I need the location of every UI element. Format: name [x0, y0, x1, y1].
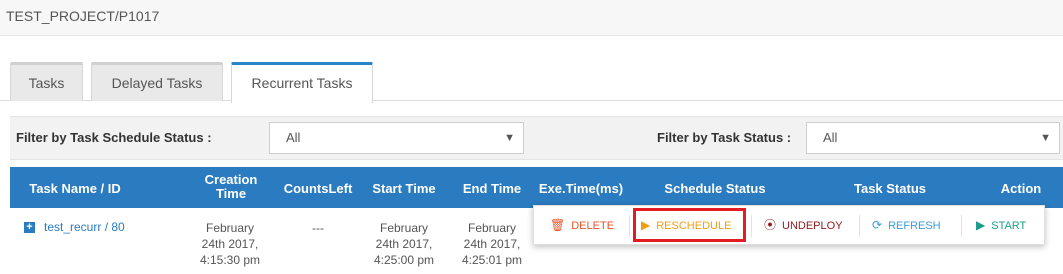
top-bar: TEST_PROJECT/P1017: [0, 0, 1063, 36]
col-creation-line2: Time: [215, 186, 247, 201]
end-line2: 24th 2017,: [463, 237, 521, 251]
tab-delayed-tasks[interactable]: Delayed Tasks: [91, 62, 223, 101]
col-exe-time[interactable]: Exe.Time(ms): [535, 167, 627, 208]
play-icon: ▶: [976, 218, 986, 232]
col-action: Action: [1000, 181, 1042, 196]
start-button[interactable]: ▶ START: [976, 206, 1026, 244]
col-end-time[interactable]: End Time: [456, 167, 528, 208]
expand-icon[interactable]: +: [24, 222, 35, 233]
task-separator: /: [101, 220, 112, 234]
start-line1: February: [379, 221, 429, 235]
counts-left-cell: ---: [312, 221, 324, 235]
col-start-time[interactable]: Start Time: [366, 167, 442, 208]
start-line3: 4:25:00 pm: [373, 253, 435, 267]
start-label: START: [991, 220, 1027, 232]
divider: [961, 215, 962, 237]
task-link[interactable]: test_recurr / 80: [44, 220, 125, 234]
reschedule-highlight-box: [633, 208, 746, 242]
col-creation-time[interactable]: Creation Time: [195, 167, 267, 208]
start-line2: 24th 2017,: [375, 237, 433, 251]
col-task-status[interactable]: Task Status: [840, 167, 940, 208]
divider: [629, 215, 630, 237]
refresh-icon: ⟳: [872, 218, 883, 232]
breadcrumb: TEST_PROJECT/P1017: [6, 8, 160, 24]
task-id: 80: [111, 220, 125, 234]
chevron-down-icon: ▼: [1040, 132, 1051, 144]
start-time-cell: February 24th 2017, 4:25:00 pm: [364, 220, 444, 268]
col-task-name[interactable]: Task Name / ID: [10, 167, 140, 208]
col-schedule-status[interactable]: Schedule Status: [654, 167, 776, 208]
trash-icon: 🗑: [550, 218, 566, 232]
task-status-filter-label: Filter by Task Status :: [657, 130, 792, 145]
creation-time-cell: February 24th 2017, 4:15:30 pm: [190, 220, 270, 268]
undeploy-label: UNDEPLOY: [782, 220, 843, 232]
task-status-select[interactable]: All ▼: [806, 122, 1060, 154]
col-creation-line1: Creation: [204, 172, 258, 187]
tab-tasks[interactable]: Tasks: [10, 62, 83, 101]
table-header: Task Name / ID Creation Time CountsLeft …: [10, 167, 1063, 208]
col-counts-left[interactable]: CountsLeft: [280, 167, 356, 208]
action-menu: 🗑 DELETE ▶ RESCHEDULE ⦿ UNDEPLOY ⟳ REFRESH ▶…: [533, 205, 1045, 245]
tab-bar: Tasks Delayed Tasks Recurrent Tasks: [0, 60, 1063, 103]
creation-line2: 24th 2017,: [201, 237, 259, 251]
divider: [751, 215, 752, 237]
task-status-value: All: [823, 130, 838, 145]
schedule-status-select[interactable]: All ▼: [269, 122, 524, 154]
task-name: test_recurr: [44, 220, 102, 234]
end-line1: February: [467, 221, 517, 235]
target-icon: ⦿: [764, 218, 777, 232]
schedule-status-value: All: [286, 130, 301, 145]
divider: [859, 215, 860, 237]
tab-recurrent-tasks[interactable]: Recurrent Tasks: [231, 62, 373, 103]
undeploy-button[interactable]: ⦿ UNDEPLOY: [764, 206, 843, 244]
schedule-filter-label: Filter by Task Schedule Status :: [16, 130, 212, 145]
delete-label: DELETE: [571, 220, 615, 232]
filter-bar: Filter by Task Schedule Status : All ▼ F…: [10, 116, 1063, 160]
chevron-down-icon: ▼: [504, 132, 515, 144]
creation-line1: February: [205, 221, 255, 235]
end-time-cell: February 24th 2017, 4:25:01 pm: [452, 220, 532, 268]
refresh-button[interactable]: ⟳ REFRESH: [872, 206, 941, 244]
end-line3: 4:25:01 pm: [461, 253, 523, 267]
refresh-label: REFRESH: [888, 220, 941, 232]
delete-button[interactable]: 🗑 DELETE: [550, 206, 614, 244]
creation-line3: 4:15:30 pm: [199, 253, 261, 267]
